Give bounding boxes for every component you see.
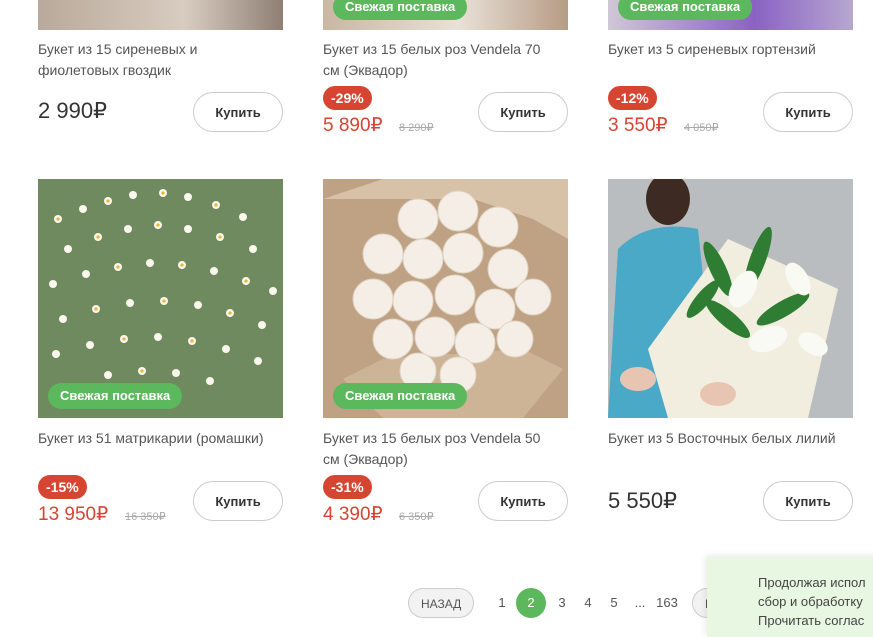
old-price: 16 350₽	[125, 511, 166, 523]
product-title[interactable]: Букет из 15 сиреневых и фиолетовых гвозд…	[38, 39, 273, 81]
page-link-1[interactable]: 1	[492, 588, 512, 618]
fresh-delivery-badge: Свежая поставка	[333, 383, 468, 409]
page-link-2-active[interactable]: 2	[516, 588, 546, 618]
white-lilies-bouquet-image	[608, 179, 853, 418]
old-price: 8 290₽	[399, 122, 434, 134]
cookie-notice-line-3[interactable]: Прочитать соглас	[758, 611, 873, 630]
buy-button[interactable]: Купить	[763, 481, 853, 521]
buy-button[interactable]: Купить	[763, 92, 853, 132]
cookie-notice-line-1: Продолжая испол	[758, 575, 866, 590]
product-image[interactable]: Свежая поставка	[323, 0, 568, 30]
discount-badge: -29%	[323, 86, 372, 110]
buy-button[interactable]: Купить	[478, 92, 568, 132]
product-price: 13 950₽	[38, 504, 109, 525]
product-price: 2 990₽	[38, 98, 108, 123]
product-title[interactable]: Букет из 51 матрикарии (ромашки)	[38, 428, 273, 449]
product-image[interactable]	[38, 0, 283, 30]
page-link-4[interactable]: 4	[578, 588, 598, 618]
page-link-163[interactable]: 163	[654, 588, 680, 618]
buy-button[interactable]: Купить	[193, 92, 283, 132]
product-title[interactable]: Букет из 15 белых роз Vendela 50 см (Экв…	[323, 428, 558, 470]
product-image[interactable]: Свежая поставка	[608, 0, 853, 30]
discount-badge: -15%	[38, 475, 87, 499]
fresh-delivery-badge: Свежая поставка	[618, 0, 753, 20]
page-link-5[interactable]: 5	[604, 588, 624, 618]
page-link-3[interactable]: 3	[552, 588, 572, 618]
product-title[interactable]: Букет из 5 Восточных белых лилий	[608, 428, 843, 449]
discount-badge: -31%	[323, 475, 372, 499]
page-ellipsis: ...	[634, 595, 646, 610]
old-price: 6 350₽	[399, 511, 434, 523]
product-price: 3 550₽	[608, 115, 668, 136]
product-price: 4 390₽	[323, 504, 383, 525]
product-title[interactable]: Букет из 15 белых роз Vendela 70 см (Экв…	[323, 39, 558, 81]
product-price: 5 890₽	[323, 115, 383, 136]
prev-page-button[interactable]: НАЗАД	[408, 588, 475, 618]
discount-badge: -12%	[608, 86, 657, 110]
product-image[interactable]: Свежая поставка	[323, 179, 568, 418]
buy-button[interactable]: Купить	[193, 481, 283, 521]
old-price: 4 050₽	[684, 122, 719, 134]
fresh-delivery-badge: Свежая поставка	[48, 383, 183, 409]
cookie-notice-line-2: сбор и обработку	[758, 594, 863, 609]
cookie-notice: Продолжая испол сбор и обработку Прочита…	[707, 557, 873, 637]
product-title[interactable]: Букет из 5 сиреневых гортензий	[608, 39, 843, 60]
product-price: 5 550₽	[608, 488, 678, 513]
buy-button[interactable]: Купить	[478, 481, 568, 521]
product-image[interactable]: Свежая поставка	[38, 179, 283, 418]
product-image[interactable]	[608, 179, 853, 418]
fresh-delivery-badge: Свежая поставка	[333, 0, 468, 20]
